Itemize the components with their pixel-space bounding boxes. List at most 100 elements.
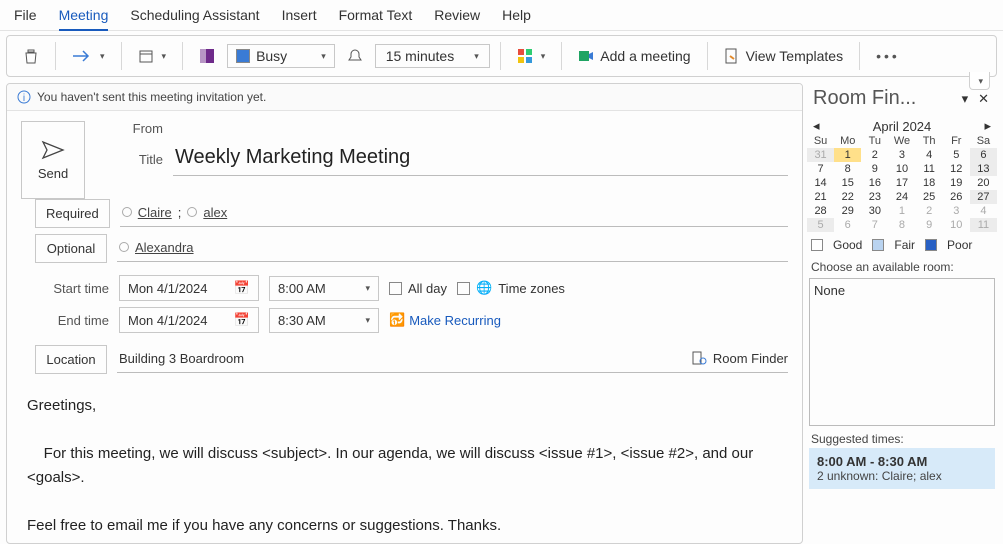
calendar-day[interactable]: 22 — [834, 190, 861, 204]
end-date-input[interactable]: Mon 4/1/2024📅 — [119, 307, 259, 333]
calendar-day[interactable]: 5 — [807, 218, 834, 232]
calendar-day[interactable]: 6 — [834, 218, 861, 232]
calendar-day[interactable]: 6 — [970, 148, 997, 162]
attendee[interactable]: Claire — [138, 205, 172, 220]
calendar-day[interactable]: 8 — [888, 218, 915, 232]
menu-format-text[interactable]: Format Text — [339, 7, 413, 23]
title-input[interactable]: Weekly Marketing Meeting — [173, 142, 788, 176]
calendar-day[interactable]: 3 — [888, 148, 915, 162]
timezones-checkbox[interactable]: 🌐Time zones — [457, 280, 565, 296]
required-button[interactable]: Required — [35, 199, 110, 228]
next-month-icon[interactable]: ▸ — [984, 118, 991, 134]
calendar-day[interactable]: 17 — [888, 176, 915, 190]
delete-button[interactable] — [17, 44, 45, 68]
calendar-day[interactable]: 2 — [916, 204, 943, 218]
attendee[interactable]: alex — [203, 205, 227, 220]
menu-help[interactable]: Help — [502, 7, 531, 23]
reminder-dropdown[interactable]: 15 minutes ▾ — [375, 44, 490, 68]
calendar-day[interactable]: 24 — [888, 190, 915, 204]
showas-icon — [199, 48, 215, 64]
calendar-day[interactable]: 21 — [807, 190, 834, 204]
all-day-checkbox[interactable]: All day — [389, 281, 447, 296]
calendar-day[interactable]: 29 — [834, 204, 861, 218]
view-templates-button[interactable]: View Templates — [718, 44, 850, 68]
suggested-time-item[interactable]: 8:00 AM - 8:30 AM 2 unknown: Claire; ale… — [809, 448, 995, 489]
show-as-label: Busy — [256, 48, 287, 64]
chevron-down-icon: ▾ — [321, 51, 326, 62]
calendar-day[interactable]: 19 — [943, 176, 970, 190]
calendar-day[interactable]: 14 — [807, 176, 834, 190]
calendar-day[interactable]: 11 — [916, 162, 943, 176]
more-button[interactable]: ••• — [870, 44, 906, 68]
arrow-right-icon — [72, 49, 92, 63]
categorize-button[interactable]: ▾ — [511, 44, 552, 68]
location-input[interactable]: Building 3 Boardroom Room Finder — [117, 346, 788, 373]
location-button[interactable]: Location — [35, 345, 107, 374]
calendar-day[interactable]: 11 — [970, 218, 997, 232]
calendar-day[interactable]: 15 — [834, 176, 861, 190]
calendar-day[interactable]: 9 — [861, 162, 888, 176]
calendar-day[interactable]: 1 — [834, 148, 861, 162]
calendar-day[interactable]: 1 — [888, 204, 915, 218]
calendar-day[interactable]: 2 — [861, 148, 888, 162]
menu-scheduling-assistant[interactable]: Scheduling Assistant — [130, 7, 259, 23]
calendar-day[interactable]: 18 — [916, 176, 943, 190]
menu-bar: File Meeting Scheduling Assistant Insert For… — [0, 0, 1003, 31]
message-body[interactable]: Greetings, For this meeting, we will dis… — [7, 380, 802, 544]
ribbon-expand-button[interactable]: ▾ — [969, 72, 990, 90]
start-time-input[interactable]: 8:00 AM▾ — [269, 276, 379, 301]
make-recurring-link[interactable]: 🔂Make Recurring — [389, 312, 501, 328]
calendar-day[interactable]: 10 — [943, 218, 970, 232]
calendar-day[interactable]: 4 — [970, 204, 997, 218]
calendar-day[interactable]: 3 — [943, 204, 970, 218]
calendar-day[interactable]: 7 — [807, 162, 834, 176]
optional-button[interactable]: Optional — [35, 234, 107, 263]
reminder-bell-button[interactable] — [341, 44, 369, 68]
chevron-down-icon: ▾ — [162, 51, 167, 62]
chevron-down-icon[interactable]: ▾ — [956, 91, 975, 107]
info-bar: i You haven't sent this meeting invitati… — [7, 84, 802, 111]
calendar-day[interactable]: 8 — [834, 162, 861, 176]
room-finder-pane: Room Fin... ▾ ✕ ◂ April 2024 ▸ SuMoTuWeT… — [807, 83, 997, 544]
calendar-options-button[interactable]: ▾ — [132, 44, 173, 68]
menu-insert[interactable]: Insert — [282, 7, 317, 23]
add-meeting-button[interactable]: Add a meeting — [572, 44, 696, 68]
room-list[interactable]: None — [809, 278, 995, 426]
calendar-day[interactable]: 5 — [943, 148, 970, 162]
room-legend: Good Fair Poor — [807, 232, 997, 258]
start-date-input[interactable]: Mon 4/1/2024📅 — [119, 275, 259, 301]
room-finder-link[interactable]: Room Finder — [691, 350, 788, 366]
body-p2: Feel free to email me if you have any co… — [27, 514, 782, 538]
optional-input[interactable]: Alexandra — [117, 236, 788, 262]
calendar-day[interactable]: 25 — [916, 190, 943, 204]
menu-review[interactable]: Review — [434, 7, 480, 23]
calendar-month: April 2024 — [873, 119, 932, 134]
calendar-day[interactable]: 12 — [943, 162, 970, 176]
calendar-day[interactable]: 23 — [861, 190, 888, 204]
calendar-day[interactable]: 10 — [888, 162, 915, 176]
room-search-icon — [691, 350, 707, 366]
show-as-dropdown[interactable]: Busy ▾ — [227, 44, 335, 68]
calendar-day[interactable]: 20 — [970, 176, 997, 190]
required-input[interactable]: Claire; alex — [120, 201, 788, 227]
calendar-day[interactable]: 16 — [861, 176, 888, 190]
menu-meeting[interactable]: Meeting — [59, 7, 109, 31]
prev-month-icon[interactable]: ◂ — [813, 118, 820, 134]
menu-file[interactable]: File — [14, 7, 37, 23]
calendar-day[interactable]: 27 — [970, 190, 997, 204]
calendar-day[interactable]: 26 — [943, 190, 970, 204]
forward-button[interactable]: ▾ — [66, 45, 111, 67]
show-as-swatch-button[interactable] — [193, 44, 221, 68]
calendar-day[interactable]: 4 — [916, 148, 943, 162]
end-time-input[interactable]: 8:30 AM▾ — [269, 308, 379, 333]
calendar-day[interactable]: 9 — [916, 218, 943, 232]
calendar-day[interactable]: 28 — [807, 204, 834, 218]
calendar-day[interactable]: 13 — [970, 162, 997, 176]
calendar-day[interactable]: 31 — [807, 148, 834, 162]
calendar-day[interactable]: 7 — [861, 218, 888, 232]
attendee[interactable]: Alexandra — [135, 240, 194, 255]
send-button[interactable]: Send — [21, 121, 85, 199]
close-icon[interactable]: ✕ — [974, 91, 993, 107]
body-greeting: Greetings, — [27, 394, 782, 418]
calendar-day[interactable]: 30 — [861, 204, 888, 218]
